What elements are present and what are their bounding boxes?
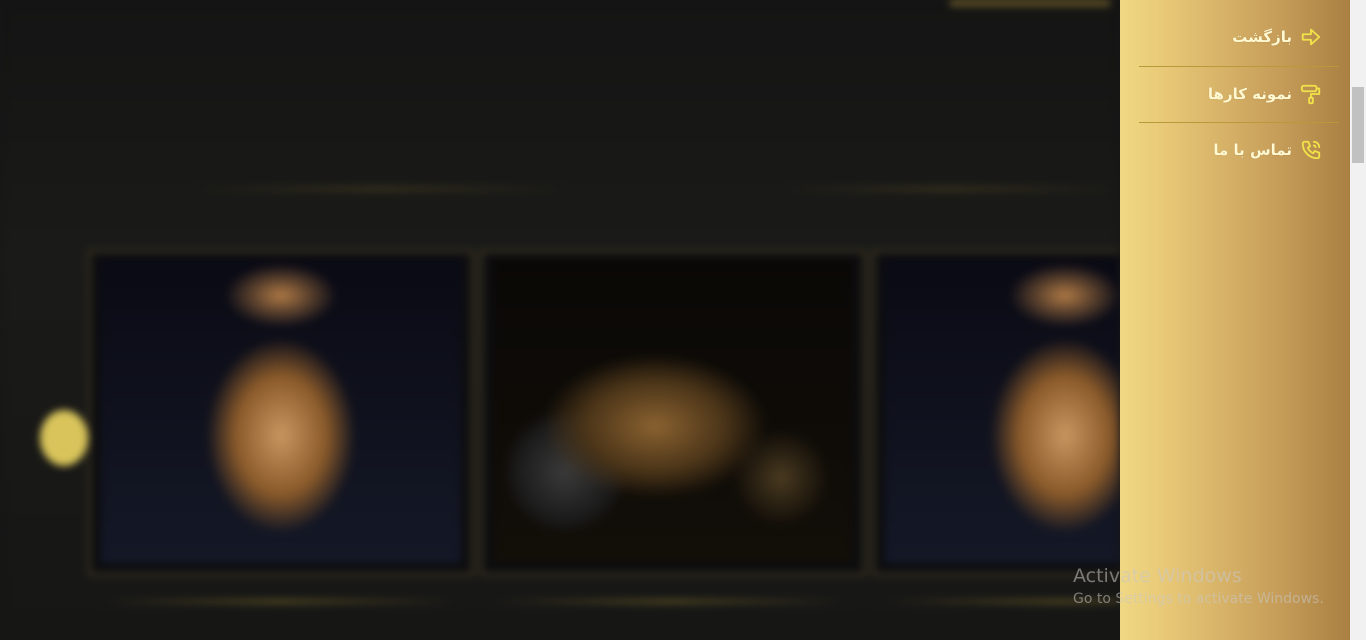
vase-image bbox=[101, 259, 461, 563]
menu-item-portfolio[interactable]: نمونه کارها bbox=[1139, 66, 1339, 122]
section-divider-left bbox=[190, 188, 570, 190]
blurred-page-background bbox=[0, 0, 1120, 640]
windows-activation-watermark: Activate Windows Go to Settings to activ… bbox=[1073, 565, 1324, 607]
motorcycle-image bbox=[493, 259, 853, 563]
menu-item-back[interactable]: بازگشت bbox=[1139, 9, 1339, 65]
arrow-right-icon bbox=[1300, 26, 1322, 48]
side-drawer: بازگشت نمونه کارها تماس با ما bbox=[1120, 0, 1350, 640]
phone-icon bbox=[1300, 139, 1322, 161]
portfolio-card[interactable] bbox=[88, 250, 474, 576]
watermark-subtitle: Go to Settings to activate Windows. bbox=[1073, 591, 1324, 607]
menu-item-contact[interactable]: تماس با ما bbox=[1139, 122, 1339, 178]
section-title bbox=[585, 176, 765, 206]
top-decoration bbox=[950, 0, 1110, 6]
slider-prev-button[interactable] bbox=[40, 410, 88, 466]
portfolio-card[interactable] bbox=[872, 250, 1120, 576]
scrollbar-thumb[interactable] bbox=[1352, 87, 1364, 163]
vertical-scrollbar[interactable] bbox=[1350, 0, 1366, 640]
menu-item-label: تماس با ما bbox=[1213, 141, 1292, 159]
menu-item-label: نمونه کارها bbox=[1207, 85, 1292, 103]
watermark-title: Activate Windows bbox=[1073, 565, 1242, 587]
portfolio-card[interactable] bbox=[480, 250, 866, 576]
paint-roller-icon bbox=[1300, 83, 1322, 105]
card-underline bbox=[490, 600, 850, 603]
vase-image bbox=[885, 259, 1120, 563]
menu-item-label: بازگشت bbox=[1232, 28, 1292, 46]
section-divider-right bbox=[780, 188, 1120, 190]
card-underline bbox=[100, 600, 460, 603]
